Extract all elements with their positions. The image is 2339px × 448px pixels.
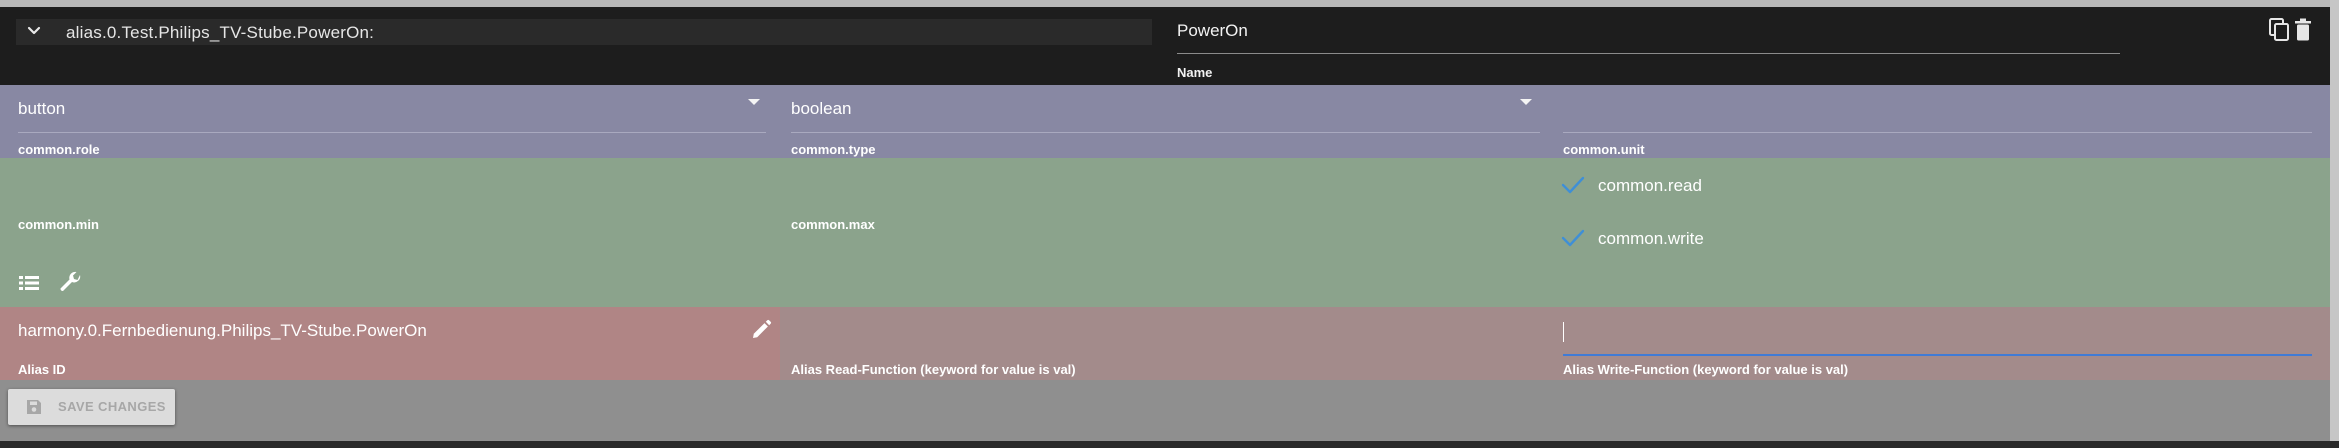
- trash-icon[interactable]: [2294, 17, 2312, 43]
- alias-id-field[interactable]: harmony.0.Fernbedienung.Philips_TV-Stube…: [18, 321, 427, 341]
- chevron-down-icon[interactable]: [24, 21, 44, 41]
- top-border: [0, 0, 2339, 7]
- min-label: common.min: [18, 217, 99, 232]
- name-label: Name: [1177, 65, 1213, 80]
- role-underline: [18, 132, 766, 133]
- write-checkbox-label[interactable]: common.write: [1598, 229, 1704, 249]
- object-editor: alias.0.Test.Philips_TV-Stube.PowerOn: P…: [0, 0, 2339, 448]
- write-check-icon[interactable]: [1560, 227, 1586, 249]
- name-field[interactable]: PowerOn: [1177, 21, 1248, 41]
- right-border: [2330, 0, 2339, 448]
- name-field-underline: [1177, 53, 2120, 54]
- role-label: common.role: [18, 142, 100, 157]
- object-id-title: alias.0.Test.Philips_TV-Stube.PowerOn:: [66, 23, 375, 42]
- pencil-icon[interactable]: [750, 319, 772, 341]
- copy-icon[interactable]: [2268, 17, 2290, 43]
- bottom-border: [0, 441, 2339, 448]
- unit-underline: [1563, 132, 2312, 133]
- save-icon: [27, 400, 41, 414]
- list-icon[interactable]: [18, 274, 40, 292]
- type-select[interactable]: boolean: [791, 99, 852, 119]
- save-changes-button[interactable]: SAVE CHANGES: [8, 389, 175, 425]
- role-dropdown-icon[interactable]: [748, 99, 760, 105]
- type-underline: [791, 132, 1540, 133]
- text-cursor: [1563, 322, 1564, 342]
- alias-write-function-underline: [1563, 354, 2312, 356]
- alias-id-label: Alias ID: [18, 362, 66, 377]
- common-row: button common.role boolean common.type c…: [0, 85, 2330, 158]
- type-dropdown-icon[interactable]: [1520, 99, 1532, 105]
- alias-write-function-label: Alias Write-Function (keyword for value …: [1563, 362, 1849, 377]
- alias-id-cell: [0, 307, 780, 380]
- alias-read-function-label: Alias Read-Function (keyword for value i…: [791, 362, 1076, 377]
- max-label: common.max: [791, 217, 875, 232]
- read-checkbox-label[interactable]: common.read: [1598, 176, 1702, 196]
- range-row: common.min common.max common.read common…: [0, 158, 2330, 307]
- object-header: alias.0.Test.Philips_TV-Stube.PowerOn: P…: [0, 7, 2330, 85]
- unit-label: common.unit: [1563, 142, 1645, 157]
- role-select[interactable]: button: [18, 99, 65, 119]
- read-check-icon[interactable]: [1560, 174, 1586, 196]
- alias-row: harmony.0.Fernbedienung.Philips_TV-Stube…: [0, 307, 2330, 380]
- type-label: common.type: [791, 142, 876, 157]
- wrench-icon[interactable]: [58, 270, 84, 296]
- save-changes-label: SAVE CHANGES: [58, 399, 166, 414]
